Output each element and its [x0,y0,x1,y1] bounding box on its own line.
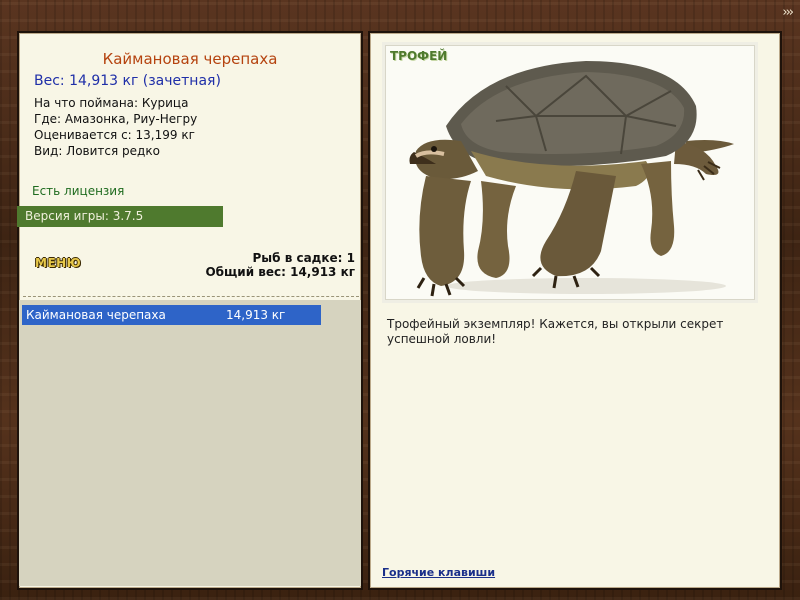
divider [23,296,359,298]
fish-name: Каймановая черепаха [102,50,278,68]
hotkeys-link[interactable]: Горячие клавиши [382,566,495,579]
trophy-image-frame: ТРОФЕЙ [385,45,755,300]
version-bar: Версия игры: 3.7.5 [17,206,223,227]
fish-weight: Вес: 14,913 кг (зачетная) [34,73,221,89]
location-info: Где: Амазонка, Риу-Негру [34,112,198,126]
catch-list[interactable]: Каймановая черепаха 14,913 кг [19,300,361,586]
threshold-info: Оценивается с: 13,199 кг [34,128,195,142]
keepnet-count: Рыб в садке: 1 [252,251,356,265]
list-item[interactable]: Каймановая черепаха 14,913 кг [22,305,321,325]
catch-name: Каймановая черепаха [26,308,166,322]
turtle-image [409,61,734,297]
trophy-message: Трофейный экземпляр! Кажется, вы открыли… [387,317,724,346]
keepnet-summary: Рыб в садке: 1 Общий вес: 14,913 кг [205,251,355,279]
rarity-info: Вид: Ловится редко [34,144,160,158]
corner-arrows-button[interactable]: ››› [782,5,794,20]
trophy-panel: ТРОФЕЙ Трофейный экземпляр! Кажется, вы … [368,31,782,590]
keepnet-total-weight: Общий вес: 14,913 кг [205,265,355,279]
menu-button[interactable]: МЕНЮ [35,256,81,270]
catch-weight: 14,913 кг [226,308,286,322]
bait-info: На что поймана: Курица [34,96,189,110]
fish-info-panel: Каймановая черепаха Вес: 14,913 кг (заче… [17,31,363,590]
license-status: Есть лицензия [32,184,125,198]
